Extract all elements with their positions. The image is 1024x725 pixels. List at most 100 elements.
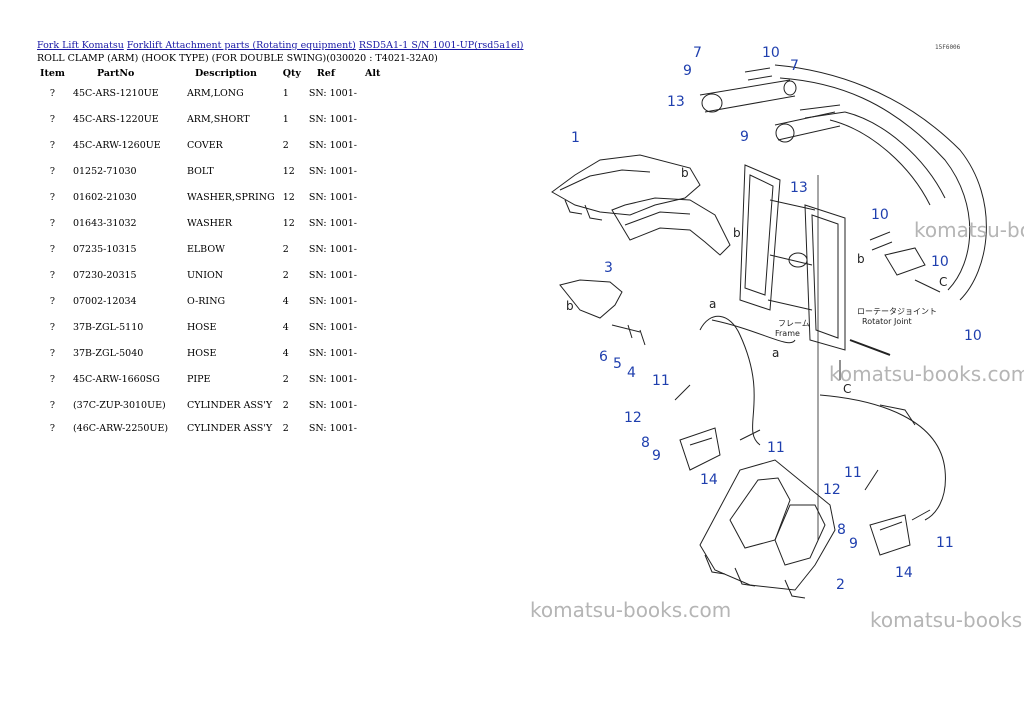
cell-description: BOLT — [186, 165, 214, 177]
cell-description: CYLINDER ASS'Y — [186, 423, 273, 434]
callout-label: 12 — [823, 482, 841, 498]
ref-letter: a — [772, 346, 779, 360]
callout-label: 5 — [613, 356, 622, 372]
callout-label: 4 — [627, 365, 636, 381]
cell-ref: SN: 1001- — [308, 269, 357, 281]
cell-ref: SN: 1001- — [308, 321, 357, 333]
parts-diagram: 7 10 9 7 13 1 9 13 10 10 3 5 6 4 11 12 8… — [551, 45, 987, 599]
table-row: ? 01252-71030 BOLT 12 SN: 1001- — [36, 158, 384, 184]
col-header-item: Item — [40, 67, 65, 79]
callout-label: 9 — [849, 536, 858, 552]
callout-label: 10 — [762, 45, 780, 61]
breadcrumb-link-attachment[interactable]: Forklift Attachment parts (Rotating equi… — [127, 40, 356, 51]
callout-label: 9 — [683, 63, 692, 79]
cell-ref: SN: 1001- — [308, 373, 357, 385]
cell-item: ? — [49, 321, 56, 333]
cell-qty: 12 — [282, 217, 295, 229]
table-row: ? (37C-ZUP-3010UE) CYLINDER ASS'Y 2 SN: 1001… — [36, 392, 384, 418]
callout-label: 9 — [740, 129, 749, 145]
cell-partno: 01602-21030 — [72, 191, 137, 203]
cell-qty: 12 — [282, 191, 295, 203]
callout-label: 14 — [700, 472, 718, 488]
cell-item: ? — [49, 217, 56, 229]
table-row: ? 07235-10315 ELBOW 2 SN: 1001- — [36, 236, 384, 262]
cell-item: ? — [49, 165, 56, 177]
cell-ref: SN: 1001- — [308, 295, 357, 307]
col-header-qty: Qty — [282, 67, 301, 79]
cell-item: ? — [49, 399, 56, 411]
table-row: ? 01643-31032 WASHER 12 SN: 1001- — [36, 210, 384, 236]
cell-partno: 01252-71030 — [72, 165, 137, 177]
callout-label: 10 — [931, 254, 949, 270]
cell-partno: 45C-ARW-1660SG — [72, 373, 160, 385]
cell-qty: 1 — [282, 87, 289, 99]
cell-item: ? — [49, 139, 56, 151]
watermark-text: komatsu-books.com — [914, 218, 1024, 242]
cell-partno: 07235-10315 — [72, 243, 137, 255]
cell-ref: SN: 1001- — [308, 347, 357, 359]
breadcrumb-link-model[interactable]: RSD5A1-1 S/N 1001-UP(rsd5a1el) — [359, 40, 524, 51]
cell-partno: 45C-ARS-1210UE — [72, 87, 159, 99]
cell-qty: 12 — [282, 165, 295, 177]
callout-label: 7 — [790, 58, 799, 74]
cell-description: HOSE — [186, 321, 217, 333]
cell-ref: SN: 1001- — [308, 139, 357, 151]
table-header-row: Item PartNo Description Qty Ref Alt — [36, 66, 384, 80]
diagram-linework — [551, 64, 987, 599]
rotator-joint-jp-label: ローテータジョイント — [857, 307, 937, 316]
col-header-alt: Alt — [364, 67, 381, 79]
cell-item: ? — [49, 373, 56, 385]
cell-alt — [361, 80, 384, 106]
ref-letter: b — [681, 166, 689, 180]
table-row: ? 45C-ARS-1210UE ARM,LONG 1 SN: 1001- — [36, 80, 384, 106]
callout-label: 10 — [964, 328, 982, 344]
ref-letter: C — [939, 275, 947, 289]
frame-jp-label: フレーム — [778, 319, 810, 328]
cell-alt — [361, 262, 384, 288]
breadcrumb-link-forklift[interactable]: Fork Lift Komatsu — [37, 40, 124, 51]
callout-label: 9 — [652, 448, 661, 464]
cell-alt — [361, 132, 384, 158]
cell-item: ? — [49, 191, 56, 203]
cell-ref: SN: 1001- — [308, 191, 357, 203]
cell-alt — [361, 236, 384, 262]
callout-label: 11 — [844, 465, 862, 481]
table-row: ? (46C-ARW-2250UE) CYLINDER ASS'Y 2 SN: 1001… — [36, 418, 384, 439]
cell-item: ? — [49, 295, 56, 307]
cell-ref: SN: 1001- — [308, 217, 357, 229]
cell-qty: 1 — [282, 113, 289, 125]
parts-table: Item PartNo Description Qty Ref Alt ? 45C… — [36, 66, 384, 439]
callout-label: 1 — [571, 130, 580, 146]
cell-alt — [361, 288, 384, 314]
table-row: ? 01602-21030 WASHER,SPRING 12 SN: 1001- — [36, 184, 384, 210]
cell-item: ? — [49, 113, 56, 125]
table-row: ? 07230-20315 UNION 2 SN: 1001- — [36, 262, 384, 288]
callout-label: 6 — [599, 349, 608, 365]
frame-label: Frame — [775, 329, 800, 338]
cell-description: ARM,LONG — [186, 87, 244, 99]
callout-label: 12 — [624, 410, 642, 426]
cell-description: UNION — [186, 269, 224, 281]
cell-description: PIPE — [186, 373, 211, 385]
cell-alt — [361, 184, 384, 210]
cell-partno: 01643-31032 — [72, 217, 137, 229]
callout-label: 8 — [837, 522, 846, 538]
cell-qty: 2 — [282, 269, 289, 281]
callout-label: 8 — [641, 435, 650, 451]
cell-description: O-RING — [186, 295, 226, 307]
cell-qty: 2 — [282, 423, 289, 434]
cell-alt — [361, 210, 384, 236]
col-header-description: Description — [194, 67, 257, 79]
cell-ref: SN: 1001- — [308, 87, 357, 99]
col-header-ref: Ref — [316, 67, 335, 79]
cell-qty: 4 — [282, 321, 289, 333]
cell-description: ARM,SHORT — [186, 113, 250, 125]
cell-alt — [361, 366, 384, 392]
col-header-partno: PartNo — [96, 67, 135, 79]
cell-alt — [361, 314, 384, 340]
cell-ref: SN: 1001- — [308, 423, 357, 434]
callout-label: 14 — [895, 565, 913, 581]
cell-alt — [361, 106, 384, 132]
cell-partno: 45C-ARW-1260UE — [72, 139, 161, 151]
table-row: ? 45C-ARS-1220UE ARM,SHORT 1 SN: 1001- — [36, 106, 384, 132]
